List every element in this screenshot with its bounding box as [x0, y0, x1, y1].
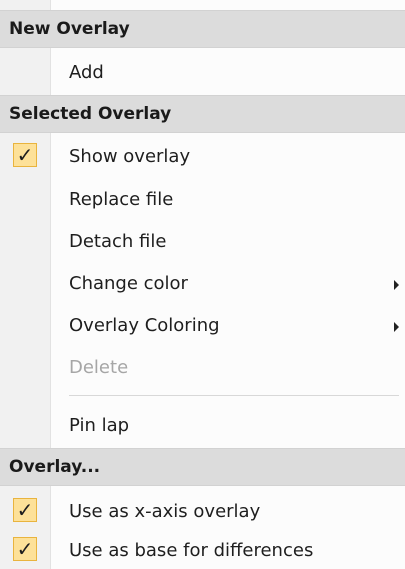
overlay-context-menu: New Overlay Add Selected Overlay ✓ Show … [0, 0, 405, 569]
menu-item-replace-file[interactable]: Replace file [0, 179, 405, 221]
section-header-overlay-options: Overlay... [0, 448, 405, 486]
menu-item-label: Show overlay [69, 146, 191, 167]
menu-item-label: Pin lap [69, 415, 130, 436]
menu-item-label: Change color [69, 273, 188, 294]
menu-item-delete: Delete [0, 347, 405, 389]
menu-item-label: Use as x-axis overlay [69, 501, 261, 522]
checkmark-icon: ✓ [13, 143, 37, 167]
section-header-selected-overlay: Selected Overlay [0, 95, 405, 133]
menu-item-label: Detach file [69, 231, 167, 252]
checkmark-icon: ✓ [13, 498, 37, 522]
menu-item-add[interactable]: Add [0, 52, 405, 94]
menu-item-use-as-base-for-differences[interactable]: ✓ Use as base for differences [0, 530, 405, 569]
menu-item-overlay-coloring[interactable]: Overlay Coloring [0, 305, 405, 347]
menu-item-use-as-x-axis-overlay[interactable]: ✓ Use as x-axis overlay [0, 491, 405, 533]
menu-separator [69, 395, 399, 396]
menu-item-change-color[interactable]: Change color [0, 263, 405, 305]
menu-item-detach-file[interactable]: Detach file [0, 221, 405, 263]
menu-item-show-overlay[interactable]: ✓ Show overlay [0, 136, 405, 178]
submenu-arrow-icon [394, 322, 399, 332]
menu-item-label: Delete [69, 357, 129, 378]
section-header-new-overlay: New Overlay [0, 10, 405, 48]
menu-item-label: Replace file [69, 189, 174, 210]
menu-item-label: Add [69, 62, 104, 83]
menu-item-label: Use as base for differences [69, 540, 314, 561]
submenu-arrow-icon [394, 280, 399, 290]
menu-item-label: Overlay Coloring [69, 315, 220, 336]
checkmark-icon: ✓ [13, 537, 37, 561]
menu-item-pin-lap[interactable]: Pin lap [0, 405, 405, 447]
